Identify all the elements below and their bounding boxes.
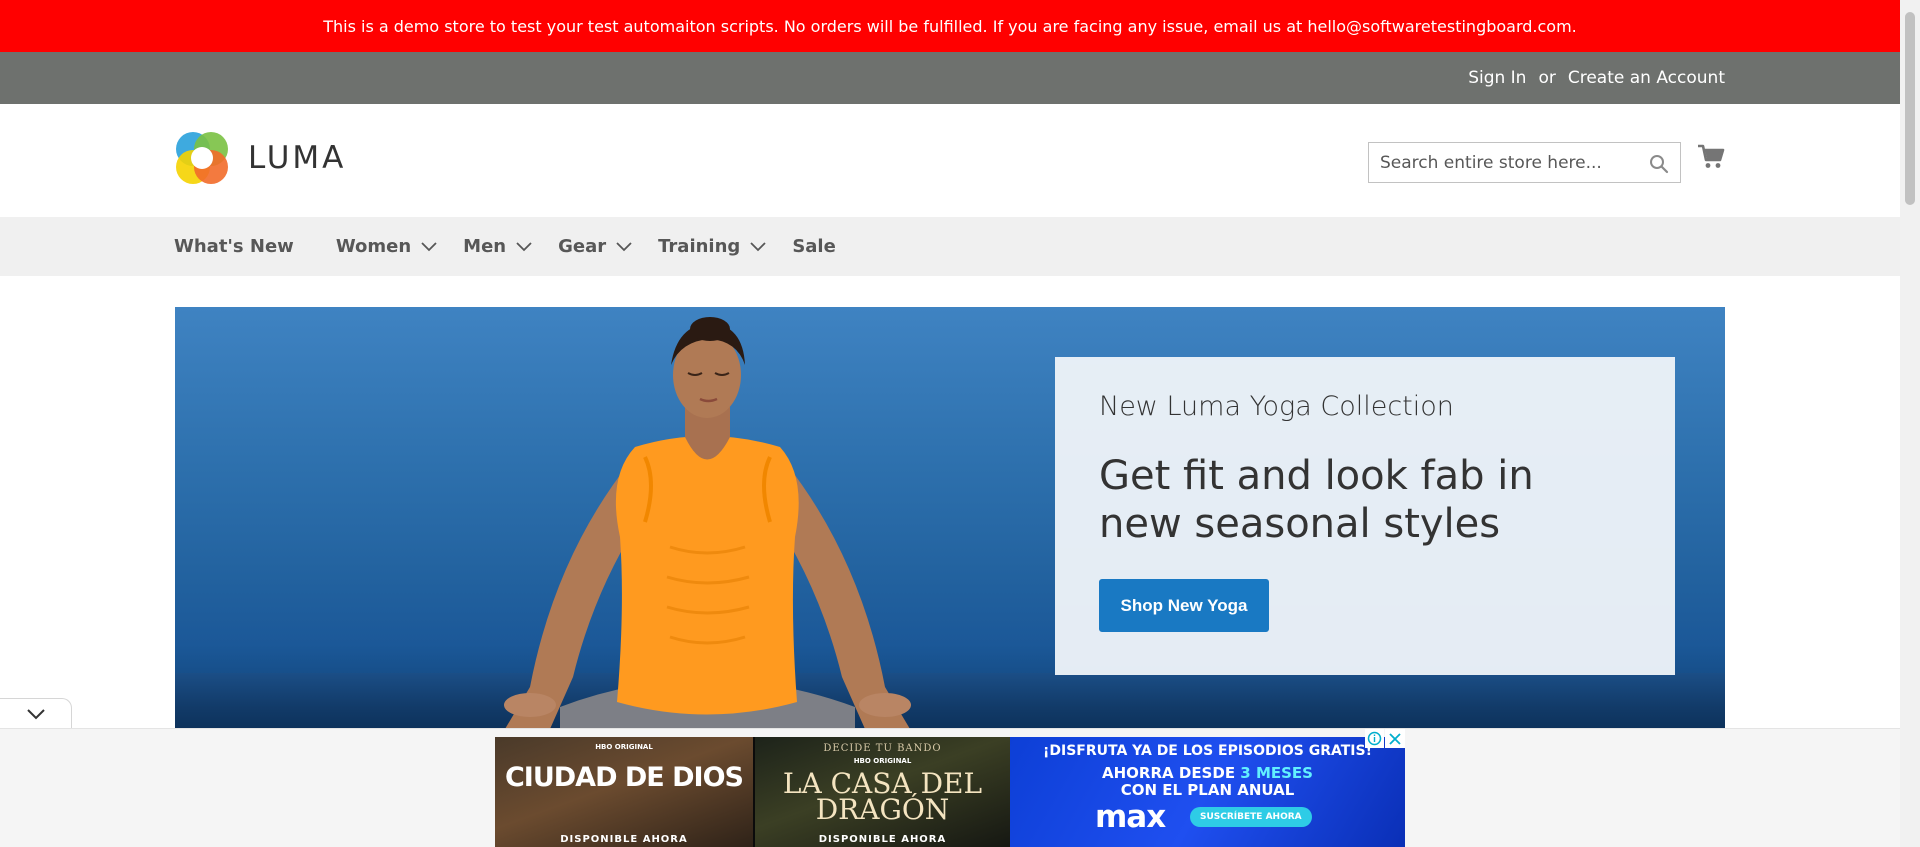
ad-banner[interactable]: HBO ORIGINAL CIUDAD DE DIOS DISPONIBLE A… [495,737,1405,847]
nav-item-label: Men [463,236,507,257]
ad-offer-suffix: CON EL PLAN ANUAL [1120,781,1295,799]
cart-icon[interactable] [1697,144,1725,170]
ad-headline: ¡DISFRUTA YA DE LOS EPISODIOS GRATIS! [1043,743,1372,759]
nav-item-label: Gear [558,236,607,257]
chevron-down-icon [750,241,766,251]
shop-new-yoga-button[interactable]: Shop New Yoga [1099,579,1269,632]
search-input[interactable] [1380,152,1640,173]
nav-item-whats-new[interactable]: What's New [174,236,294,257]
store-logo[interactable]: LUMA [174,130,346,186]
ad-panel-casa-del-dragon[interactable]: DECIDE TU BANDO HBO ORIGINAL LA CASA DEL… [753,737,1010,847]
account-links: Sign In or Create an Account [1468,52,1725,104]
panel-header: Sign In or Create an Account [0,52,1900,104]
nav-item-training[interactable]: Training [658,236,766,257]
ad-show-title: LA CASA DEL DRAGÓN [782,767,983,826]
page-scrollbar[interactable] [1900,0,1920,847]
create-account-link[interactable]: Create an Account [1568,68,1725,88]
ad-offer-highlight: 3 MESES [1240,764,1313,782]
chevron-down-icon [516,241,532,251]
ad-subscribe-button[interactable]: SUSCRÍBETE AHORA [1190,807,1312,827]
ad-availability: DISPONIBLE AHORA [560,834,688,845]
chevron-down-icon [616,241,632,251]
ad-close-icon[interactable] [1385,729,1405,748]
hero-promo-box: New Luma Yoga Collection Get fit and loo… [1055,357,1675,675]
ad-tagline: DECIDE TU BANDO [823,743,942,754]
ad-availability: DISPONIBLE AHORA [818,834,947,845]
demo-notice-banner: This is a demo store to test your test a… [0,0,1900,52]
ad-show-title: CIUDAD DE DIOS [504,762,744,793]
ad-panel-max[interactable]: ¡DISFRUTA YA DE LOS EPISODIOS GRATIS! AH… [1010,737,1405,847]
nav-item-sale[interactable]: Sale [792,236,836,257]
ad-bar: HBO ORIGINAL CIUDAD DE DIOS DISPONIBLE A… [0,728,1900,847]
nav-item-men[interactable]: Men [463,236,532,257]
ad-network-label: HBO ORIGINAL [853,757,912,765]
chevron-down-icon [26,708,45,719]
nav-item-label: Women [335,236,412,257]
ad-offer-prefix: AHORRA DESDE [1102,764,1236,782]
search-box [1368,142,1681,183]
nav-item-label: What's New [174,236,294,257]
nav-item-gear[interactable]: Gear [558,236,632,257]
header: LUMA [0,104,1900,217]
or-separator: or [1538,68,1556,88]
demo-notice-text: This is a demo store to test your test a… [323,16,1577,36]
chevron-down-icon [421,241,437,251]
luma-logo-icon [176,132,228,184]
search-icon[interactable] [1649,154,1669,174]
nav-item-women[interactable]: Women [336,236,437,257]
hero-banner[interactable]: New Luma Yoga Collection Get fit and loo… [175,307,1725,729]
ad-panel-ciudad-de-dios[interactable]: HBO ORIGINAL CIUDAD DE DIOS DISPONIBLE A… [495,737,753,847]
ad-network-label: HBO ORIGINAL [595,743,653,751]
nav-item-label: Training [658,236,741,257]
scrollbar-thumb[interactable] [1905,12,1915,205]
logo-wordmark: LUMA [248,140,347,176]
nav-item-label: Sale [792,236,836,257]
hero-subtitle: New Luma Yoga Collection [1099,391,1454,422]
ad-offer: AHORRA DESDE 3 MESES CON EL PLAN ANUAL [1010,765,1405,799]
main-navigation: What's New Women Men Gear Training Sale [0,217,1900,276]
sign-in-link[interactable]: Sign In [1468,68,1526,88]
yoga-woman-image [504,317,911,729]
ad-info-icon[interactable] [1365,729,1384,748]
hero-title: Get fit and look fab in new seasonal sty… [1099,453,1534,547]
max-logo: max [1095,799,1166,835]
ad-collapse-toggle[interactable] [0,698,72,728]
